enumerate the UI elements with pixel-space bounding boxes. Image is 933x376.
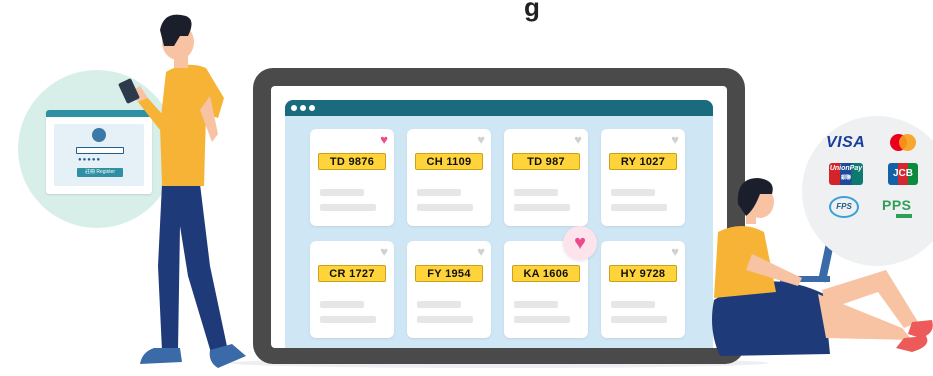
unionpay-label: UnionPay bbox=[829, 165, 863, 172]
plate-card[interactable]: ♥ TD 9876 bbox=[310, 129, 394, 226]
plate-number: TD 987 bbox=[512, 153, 580, 170]
heart-icon[interactable]: ♥ bbox=[671, 245, 679, 258]
plate-card[interactable]: ♥ RY 1027 bbox=[601, 129, 685, 226]
plate-card[interactable]: ♥ TD 987 bbox=[504, 129, 588, 226]
plate-number: TD 9876 bbox=[318, 153, 386, 170]
heart-icon[interactable]: ♥ bbox=[380, 133, 388, 146]
mastercard-logo-icon bbox=[899, 134, 916, 151]
placeholder-line bbox=[611, 301, 655, 308]
plate-number: FY 1954 bbox=[415, 265, 483, 282]
visa-logo-icon: VISA bbox=[826, 134, 866, 151]
placeholder-line bbox=[320, 189, 364, 196]
plate-number: CR 1727 bbox=[318, 265, 386, 282]
unionpay-logo-icon: UnionPay 銀聯 bbox=[829, 163, 863, 185]
placeholder-line bbox=[611, 189, 655, 196]
plate-card[interactable]: ♥ CR 1727 bbox=[310, 241, 394, 338]
placeholder-line bbox=[417, 316, 473, 323]
placeholder-line bbox=[514, 316, 570, 323]
plate-card[interactable]: ♥ HY 9728 bbox=[601, 241, 685, 338]
heart-icon[interactable]: ♥ bbox=[477, 245, 485, 258]
placeholder-line bbox=[514, 189, 558, 196]
favorite-heart-icon[interactable]: ♥ bbox=[563, 226, 597, 260]
placeholder-line bbox=[611, 316, 667, 323]
plate-number: HY 9728 bbox=[609, 265, 677, 282]
placeholder-line bbox=[320, 316, 376, 323]
window-dot-icon bbox=[291, 105, 297, 111]
heart-icon[interactable]: ♥ bbox=[574, 133, 582, 146]
window-dot-icon bbox=[300, 105, 306, 111]
pps-logo-icon: PPS bbox=[882, 197, 912, 213]
browser-window: ♥ TD 9876 ♥ CH 1109 ♥ TD 987 ♥ RY 1027 ♥… bbox=[285, 100, 713, 348]
heart-icon[interactable]: ♥ bbox=[380, 245, 388, 258]
plate-number: CH 1109 bbox=[415, 153, 483, 170]
placeholder-line bbox=[514, 204, 570, 211]
window-dot-icon bbox=[309, 105, 315, 111]
plate-card[interactable]: ♥ FY 1954 bbox=[407, 241, 491, 338]
fps-logo-icon: FPS bbox=[829, 196, 859, 218]
heart-icon[interactable]: ♥ bbox=[477, 133, 485, 146]
placeholder-line bbox=[417, 204, 473, 211]
placeholder-line bbox=[320, 301, 364, 308]
page-heading-fragment: g bbox=[524, 0, 540, 22]
unionpay-sub-label: 銀聯 bbox=[840, 175, 851, 181]
browser-titlebar bbox=[285, 100, 713, 116]
placeholder-line bbox=[417, 301, 461, 308]
plate-number: RY 1027 bbox=[609, 153, 677, 170]
placeholder-line bbox=[514, 301, 558, 308]
placeholder-line bbox=[611, 204, 667, 211]
jcb-logo-icon: JCB bbox=[888, 163, 918, 185]
plate-card[interactable]: ♥ CH 1109 bbox=[407, 129, 491, 226]
man-with-phone-illustration bbox=[118, 14, 246, 368]
placeholder-line bbox=[320, 204, 376, 211]
plate-number: KA 1606 bbox=[512, 265, 580, 282]
heart-icon[interactable]: ♥ bbox=[671, 133, 679, 146]
placeholder-line bbox=[417, 189, 461, 196]
pps-logo-bar bbox=[896, 214, 912, 218]
password-field[interactable]: ●●●●● bbox=[78, 157, 101, 163]
